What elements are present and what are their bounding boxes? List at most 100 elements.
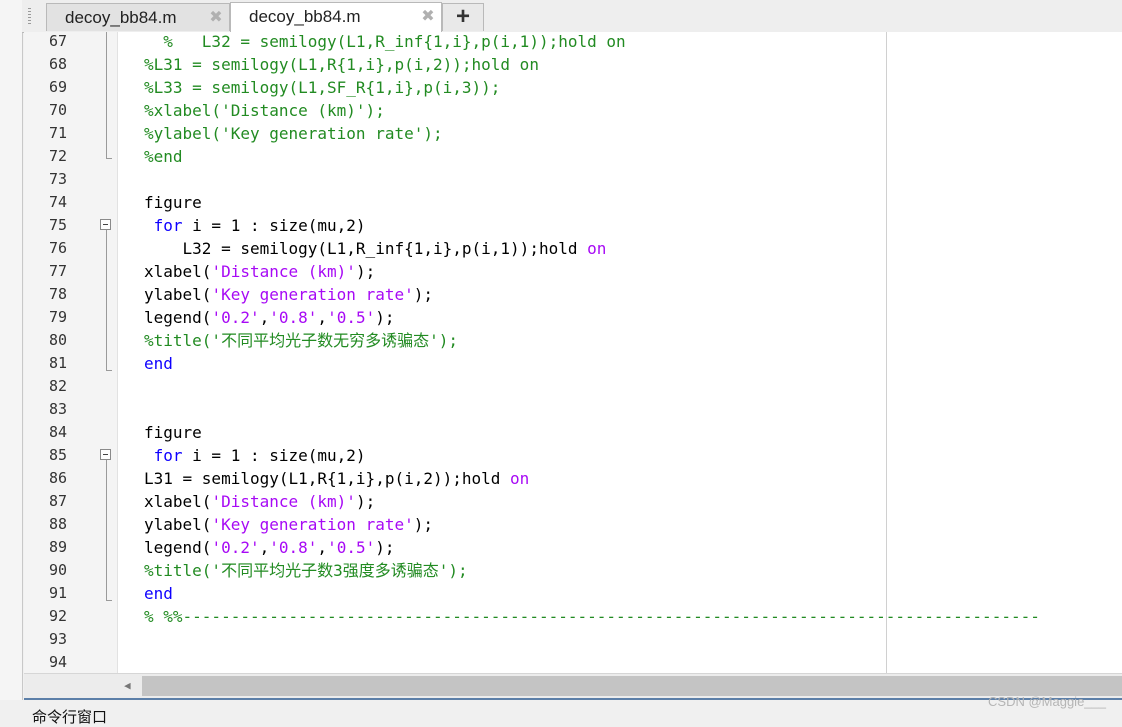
new-tab-button[interactable]: + bbox=[442, 3, 484, 31]
code-line[interactable]: 94 bbox=[24, 651, 1122, 674]
line-number: 81 bbox=[48, 354, 67, 372]
code-line[interactable]: 70 %xlabel('Distance (km)'); bbox=[24, 99, 1122, 122]
code-line[interactable]: 90 %title('不同平均光子数3强度多诱骗态'); bbox=[24, 559, 1122, 582]
code-line[interactable]: 77 xlabel('Distance (km)'); bbox=[24, 260, 1122, 283]
tab-decoy-bb84-1[interactable]: decoy_bb84.m ✖ bbox=[46, 3, 230, 31]
close-icon[interactable]: ✖ bbox=[421, 9, 435, 25]
horizontal-scrollbar[interactable]: ◀ bbox=[24, 673, 1122, 698]
code-token: ); bbox=[375, 308, 395, 327]
string-token: '0.5' bbox=[327, 538, 376, 557]
code-token: , bbox=[317, 538, 328, 557]
code-line[interactable]: 82 bbox=[24, 375, 1122, 398]
code-line[interactable]: 76 L32 = semilogy(L1,R_inf{1,i},p(i,1));… bbox=[24, 237, 1122, 260]
code-text: figure bbox=[144, 191, 202, 214]
code-line[interactable]: 69 %L33 = semilogy(L1,SF_R{1,i},p(i,3)); bbox=[24, 76, 1122, 99]
line-number: 93 bbox=[48, 630, 67, 648]
code-line[interactable]: 88 ylabel('Key generation rate'); bbox=[24, 513, 1122, 536]
command-window-panel[interactable]: 命令行窗口 bbox=[24, 698, 1122, 726]
code-editor[interactable]: 67 % L32 = semilogy(L1,R_inf{1,i},p(i,1)… bbox=[24, 32, 1122, 673]
line-number: 79 bbox=[48, 308, 67, 326]
tab-label: decoy_bb84.m bbox=[249, 7, 361, 26]
code-line[interactable]: 84 figure bbox=[24, 421, 1122, 444]
code-line[interactable]: 67 % L32 = semilogy(L1,R_inf{1,i},p(i,1)… bbox=[24, 30, 1122, 53]
code-text: %title('不同平均光子数3强度多诱骗态'); bbox=[144, 559, 468, 582]
fold-line-prev bbox=[106, 32, 107, 158]
string-token: 'Distance (km)' bbox=[211, 262, 356, 281]
code-text: ylabel('Key generation rate'); bbox=[144, 513, 433, 536]
fold-toggle-line-85[interactable] bbox=[100, 449, 111, 460]
code-text: for i = 1 : size(mu,2) bbox=[144, 214, 366, 237]
code-token: xlabel( bbox=[144, 262, 212, 281]
code-line[interactable]: 79 legend('0.2','0.8','0.5'); bbox=[24, 306, 1122, 329]
fold-end-81 bbox=[106, 370, 112, 371]
code-text: %title('不同平均光子数无穷多诱骗态'); bbox=[144, 329, 458, 352]
string-token: '0.5' bbox=[327, 308, 376, 327]
comment-token: %L31 = semilogy(L1,R{1,i},p(i,2));hold o… bbox=[144, 55, 539, 74]
code-line[interactable]: 83 bbox=[24, 398, 1122, 421]
line-number: 75 bbox=[48, 216, 67, 234]
code-token: L32 = semilogy(L1,R_inf{1,i},p(i,1));hol… bbox=[144, 239, 588, 258]
close-icon[interactable]: ✖ bbox=[209, 10, 223, 26]
code-token: ); bbox=[413, 515, 433, 534]
tab-label: decoy_bb84.m bbox=[65, 8, 177, 27]
code-line[interactable]: 72 %end bbox=[24, 145, 1122, 168]
code-text: %L31 = semilogy(L1,R{1,i},p(i,2));hold o… bbox=[144, 53, 539, 76]
comment-token: %end bbox=[144, 147, 183, 166]
line-number: 76 bbox=[48, 239, 67, 257]
code-token: ylabel( bbox=[144, 515, 212, 534]
code-token: i = 1 : size(mu,2) bbox=[182, 216, 366, 235]
string-token: '0.2' bbox=[211, 308, 260, 327]
line-number: 89 bbox=[48, 538, 67, 556]
code-line[interactable]: 92 % %%----------------------------------… bbox=[24, 605, 1122, 628]
code-line[interactable]: 71 %ylabel('Key generation rate'); bbox=[24, 122, 1122, 145]
string-token: 'Distance (km)' bbox=[211, 492, 356, 511]
line-number: 69 bbox=[48, 78, 67, 96]
scrollbar-thumb[interactable] bbox=[142, 676, 1122, 696]
code-text: legend('0.2','0.8','0.5'); bbox=[144, 536, 395, 559]
tab-decoy-bb84-2-active[interactable]: decoy_bb84.m ✖ bbox=[230, 2, 442, 32]
code-text: %xlabel('Distance (km)'); bbox=[144, 99, 385, 122]
fold-line-75 bbox=[106, 230, 107, 370]
fold-toggle-line-75[interactable] bbox=[100, 219, 111, 230]
code-token: ); bbox=[355, 262, 376, 281]
line-number: 86 bbox=[48, 469, 67, 487]
code-text: % L32 = semilogy(L1,R_inf{1,i},p(i,1));h… bbox=[144, 30, 625, 53]
code-line[interactable]: 86 L31 = semilogy(L1,R{1,i},p(i,2));hold … bbox=[24, 467, 1122, 490]
line-number: 91 bbox=[48, 584, 67, 602]
code-line[interactable]: 75 for i = 1 : size(mu,2) bbox=[24, 214, 1122, 237]
code-token: ); bbox=[355, 492, 376, 511]
code-text: xlabel('Distance (km)'); bbox=[144, 260, 375, 283]
code-token: L31 = semilogy(L1,R{1,i},p(i,2));hold bbox=[144, 469, 511, 488]
code-text: %L33 = semilogy(L1,SF_R{1,i},p(i,3)); bbox=[144, 76, 500, 99]
code-line[interactable]: 80 %title('不同平均光子数无穷多诱骗态'); bbox=[24, 329, 1122, 352]
code-line[interactable]: 85 for i = 1 : size(mu,2) bbox=[24, 444, 1122, 467]
code-line[interactable]: 89 legend('0.2','0.8','0.5'); bbox=[24, 536, 1122, 559]
code-token: legend( bbox=[144, 308, 212, 327]
left-panel-strip bbox=[0, 0, 23, 700]
line-number: 73 bbox=[48, 170, 67, 188]
scroll-left-icon[interactable]: ◀ bbox=[124, 679, 131, 692]
line-number: 83 bbox=[48, 400, 67, 418]
code-line[interactable]: 73 bbox=[24, 168, 1122, 191]
code-token: , bbox=[259, 308, 270, 327]
comment-token: %L33 = semilogy(L1,SF_R{1,i},p(i,3)); bbox=[144, 78, 501, 97]
string-token: '0.8' bbox=[269, 308, 318, 327]
keyword-token: for bbox=[144, 446, 183, 465]
tabbar-grip[interactable] bbox=[28, 8, 31, 24]
code-text: %ylabel('Key generation rate'); bbox=[144, 122, 443, 145]
code-line[interactable]: 74 figure bbox=[24, 191, 1122, 214]
code-token: legend( bbox=[144, 538, 212, 557]
code-line[interactable]: 78 ylabel('Key generation rate'); bbox=[24, 283, 1122, 306]
code-text: legend('0.2','0.8','0.5'); bbox=[144, 306, 395, 329]
code-token: figure bbox=[144, 423, 202, 442]
code-token: i = 1 : size(mu,2) bbox=[182, 446, 366, 465]
string-token: 'Key generation rate' bbox=[211, 285, 414, 304]
code-line[interactable]: 87 xlabel('Distance (km)'); bbox=[24, 490, 1122, 513]
code-line[interactable]: 91 end bbox=[24, 582, 1122, 605]
code-line[interactable]: 81 end bbox=[24, 352, 1122, 375]
code-text: xlabel('Distance (km)'); bbox=[144, 490, 375, 513]
code-token: figure bbox=[144, 193, 202, 212]
line-number: 85 bbox=[48, 446, 67, 464]
code-line[interactable]: 93 bbox=[24, 628, 1122, 651]
code-line[interactable]: 68 %L31 = semilogy(L1,R{1,i},p(i,2));hold… bbox=[24, 53, 1122, 76]
